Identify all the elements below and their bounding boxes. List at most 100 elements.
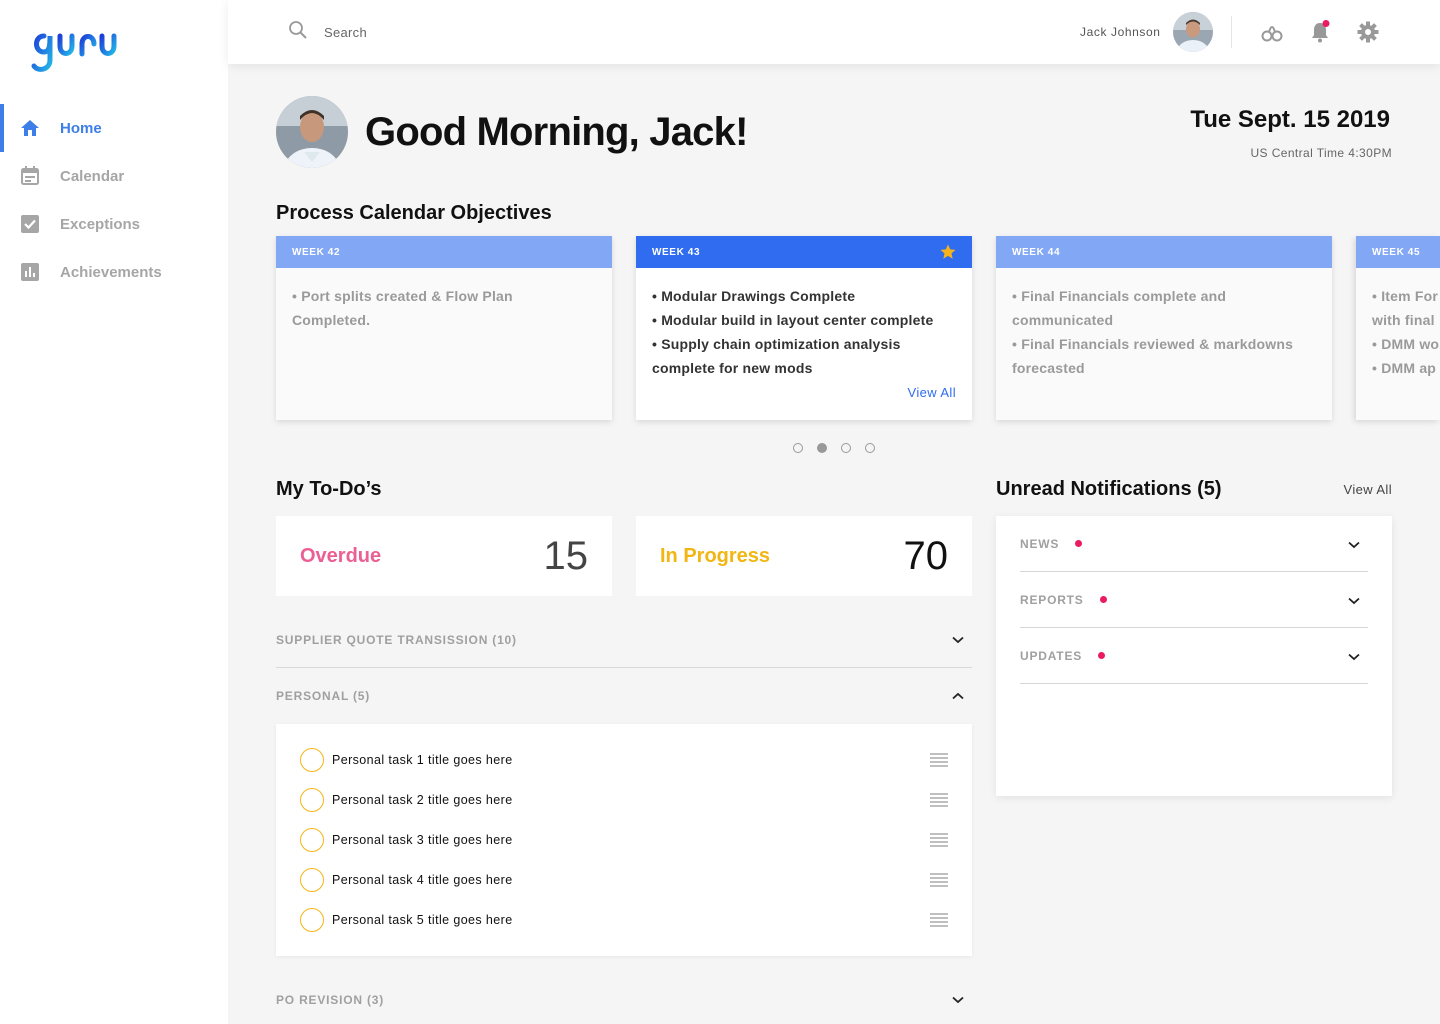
sidebar-item-exceptions[interactable]: Exceptions [0,200,228,248]
unread-dot [1099,596,1107,603]
task-row[interactable]: Personal task 2 title goes here [300,788,948,812]
overdue-card[interactable]: Overdue 15 [276,516,612,596]
week-label: WEEK 42 [276,236,612,268]
task-checkbox[interactable] [300,748,324,772]
chevron-down-icon [952,991,964,1009]
week-item: with final [1372,312,1435,328]
week-item: • Port splits created & Flow Plan [292,288,513,304]
task-title: Personal task 3 title goes here [332,833,513,847]
task-title: Personal task 5 title goes here [332,913,513,927]
notification-group-reports[interactable]: REPORTS [1020,572,1368,628]
accordion-personal[interactable]: PERSONAL (5) [276,668,972,724]
task-row[interactable]: Personal task 3 title goes here [300,828,948,852]
notification-group-news[interactable]: NEWS [1020,516,1368,572]
overdue-label: Overdue [300,544,382,567]
accordion-label: PERSONAL (5) [276,689,371,703]
view-all-notifications-link[interactable]: View All [1344,482,1392,497]
week-card-active[interactable]: WEEK 43 • Modular Drawings Complete • Mo… [636,236,972,420]
sidebar-item-home[interactable]: Home [0,104,228,152]
week-card-partial[interactable]: WEEK 45 • Item For with final • DMM wo •… [1356,236,1440,420]
week-item: communicated [1012,312,1114,328]
week-item: complete for new mods [652,360,813,376]
chevron-down-icon [1348,592,1360,610]
week-label: WEEK 45 [1356,236,1440,268]
week-item: • DMM ap [1372,360,1437,376]
todos-title: My To-Do’s [276,478,382,500]
pager-dot-active[interactable] [817,443,827,453]
task-title: Personal task 4 title goes here [332,873,513,887]
week-label: WEEK 44 [996,236,1332,268]
task-row[interactable]: Personal task 4 title goes here [300,868,948,892]
sidebar-item-achievements[interactable]: Achievements [0,248,228,296]
search-bar[interactable]: Search [288,20,367,45]
week-card[interactable]: WEEK 42 • Port splits created & Flow Pla… [276,236,612,420]
drag-handle-icon[interactable] [930,913,948,927]
accordion-supplier-quote[interactable]: SUPPLIER QUOTE TRANSISSION (10) [276,612,972,668]
header-divider [1231,16,1232,48]
accordion-label: PO REVISION (3) [276,993,385,1007]
accordion-po-revision[interactable]: PO REVISION (3) [276,972,972,1024]
sidebar-item-label: Exceptions [60,215,141,233]
user-menu[interactable]: Jack Johnson [1080,12,1213,52]
link-icon[interactable] [1260,20,1284,44]
sidebar-item-label: Achievements [60,263,162,281]
task-checkbox[interactable] [300,908,324,932]
week-item: forecasted [1012,360,1085,376]
task-title: Personal task 2 title goes here [332,793,513,807]
star-icon[interactable] [940,244,956,263]
greeting-heading: Good Morning, Jack! [365,110,748,154]
sidebar-nav: Home Calendar Exceptions Achievements [0,104,228,296]
personal-task-list: Personal task 1 title goes here Personal… [276,724,972,956]
pager-dot[interactable] [865,443,875,453]
avatar[interactable] [1172,12,1213,52]
chevron-up-icon [952,687,964,705]
home-icon [20,118,40,138]
search-input[interactable]: Search [324,25,367,40]
bell-icon[interactable] [1308,20,1332,44]
profile-avatar [276,96,348,168]
chevron-down-icon [1348,648,1360,666]
in-progress-card[interactable]: In Progress 70 [636,516,972,596]
view-all-objectives-link[interactable]: View All [908,385,956,400]
sidebar-item-label: Calendar [60,167,125,185]
sidebar: Home Calendar Exceptions Achievements [0,0,228,1024]
notifications-panel: NEWS REPORTS UPDATES [996,516,1392,796]
notification-label: REPORTS [1020,592,1084,607]
week-item: • Supply chain optimization analysis [652,336,901,352]
user-name: Jack Johnson [1080,25,1161,39]
notification-group-updates[interactable]: UPDATES [1020,628,1368,684]
week-item: • Item For [1372,288,1439,304]
pager-dot[interactable] [841,443,851,453]
sidebar-item-label: Home [60,119,102,137]
task-checkbox[interactable] [300,828,324,852]
drag-handle-icon[interactable] [930,873,948,887]
notification-label: UPDATES [1020,648,1083,663]
week-label: WEEK 43 [652,247,701,258]
objectives-title: Process Calendar Objectives [276,202,552,224]
week-item: • Final Financials complete and [1012,288,1227,304]
sidebar-item-calendar[interactable]: Calendar [0,152,228,200]
in-progress-label: In Progress [660,544,771,567]
pager-dot[interactable] [793,443,803,453]
drag-handle-icon[interactable] [930,753,948,767]
drag-handle-icon[interactable] [930,793,948,807]
task-row[interactable]: Personal task 5 title goes here [300,908,948,932]
task-checkbox[interactable] [300,868,324,892]
week-item: • Modular build in layout center complet… [652,312,934,328]
week-card[interactable]: WEEK 44 • Final Financials complete and … [996,236,1332,420]
chevron-down-icon [1348,536,1360,554]
guru-logo[interactable] [30,26,120,76]
drag-handle-icon[interactable] [930,833,948,847]
gear-icon[interactable] [1356,20,1380,44]
carousel-pager [793,443,889,453]
week-item: Completed. [292,312,371,328]
notification-label: NEWS [1020,536,1060,551]
task-row[interactable]: Personal task 1 title goes here [300,748,948,772]
unread-dot [1075,540,1083,547]
chevron-down-icon [952,631,964,649]
bar-chart-icon [20,262,40,282]
search-icon [288,20,308,45]
week-item: • DMM wo [1372,336,1440,352]
task-checkbox[interactable] [300,788,324,812]
overdue-count: 15 [543,533,589,578]
